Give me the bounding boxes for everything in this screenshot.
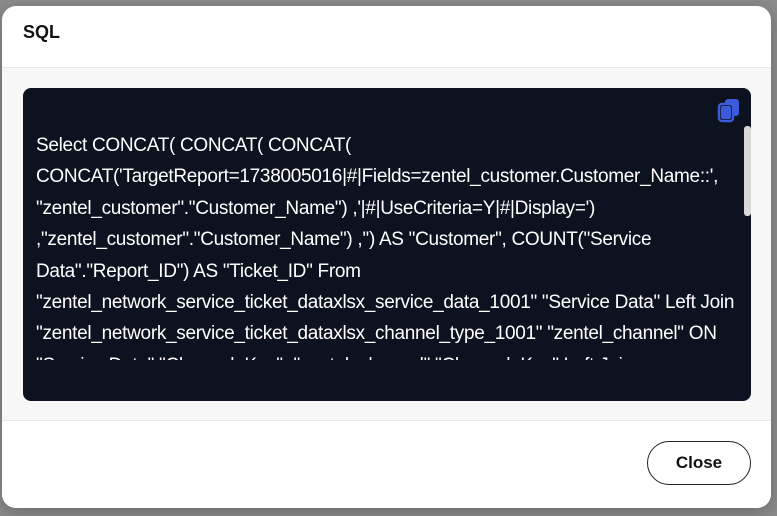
copy-button[interactable] xyxy=(715,96,743,124)
copy-icon xyxy=(717,99,739,123)
code-scrollbar[interactable] xyxy=(744,126,751,216)
dialog-footer: Close xyxy=(2,420,771,508)
dialog-body: Select CONCAT( CONCAT( CONCAT( CONCAT('T… xyxy=(2,68,771,420)
dialog-title: SQL xyxy=(23,22,61,42)
sql-code-text: Select CONCAT( CONCAT( CONCAT( CONCAT('T… xyxy=(36,135,735,360)
dialog-header: SQL xyxy=(2,6,771,68)
sql-dialog: SQL Select CONCAT( CONCAT( CONCAT( CONCA… xyxy=(2,6,771,508)
sql-code-panel[interactable]: Select CONCAT( CONCAT( CONCAT( CONCAT('T… xyxy=(23,88,751,401)
close-button[interactable]: Close xyxy=(647,441,751,485)
